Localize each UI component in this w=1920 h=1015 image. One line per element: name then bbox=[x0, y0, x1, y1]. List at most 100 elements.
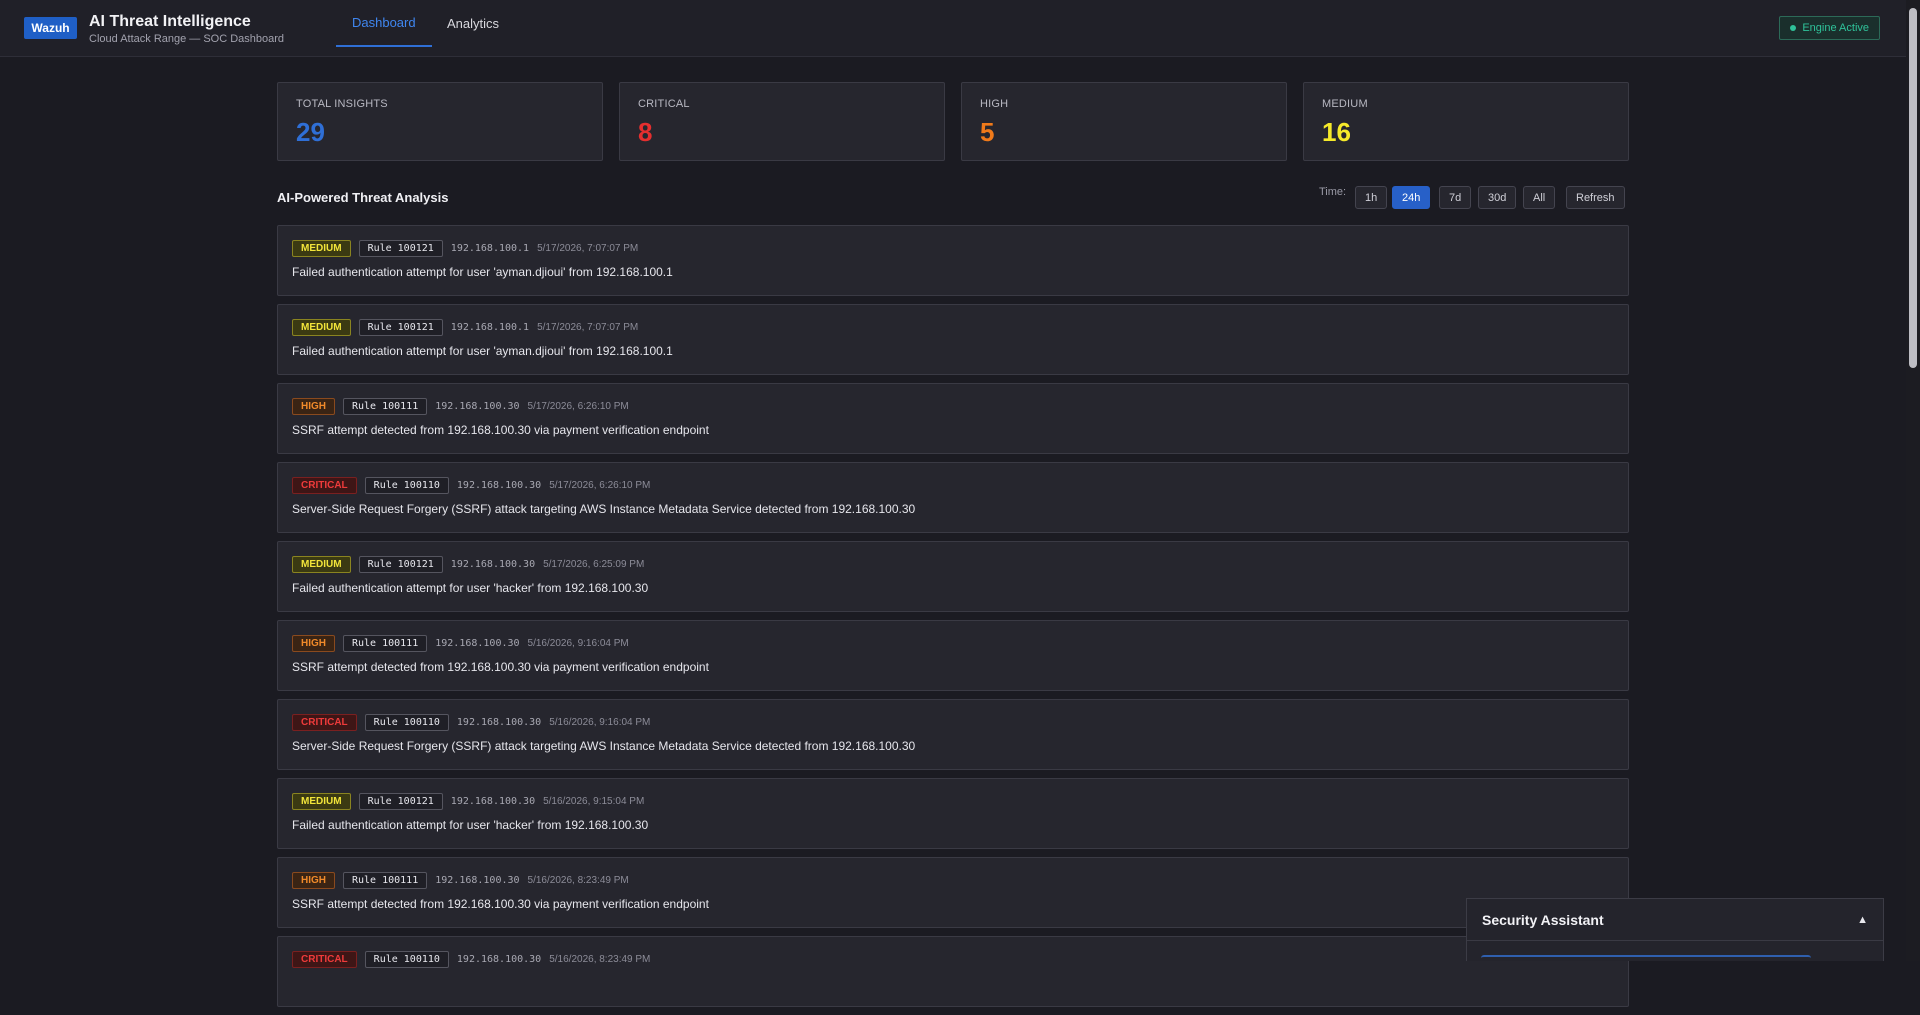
timestamp: 5/16/2026, 9:15:04 PM bbox=[543, 796, 645, 807]
insight-row[interactable]: MEDIUM Rule 100121 192.168.100.30 5/17/2026… bbox=[277, 541, 1629, 612]
tab-analytics[interactable]: Analytics bbox=[431, 0, 515, 47]
insight-description: Failed authentication attempt for user '… bbox=[292, 581, 649, 595]
insight-meta: HIGH Rule 100111 192.168.100.30 5/17/2026, … bbox=[292, 398, 629, 415]
source-ip: 192.168.100.30 bbox=[435, 401, 520, 412]
security-assistant-panel: Security Assistant ▲ bbox=[1466, 898, 1884, 961]
insight-list: MEDIUM Rule 100121 192.168.100.1 5/17/2026,… bbox=[277, 225, 1629, 1015]
source-ip: 192.168.100.30 bbox=[435, 875, 520, 886]
stat-card-medium: MEDIUM 16 bbox=[1303, 82, 1629, 161]
rule-tag: Rule 100110 bbox=[364, 477, 449, 494]
source-ip: 192.168.100.30 bbox=[456, 954, 542, 965]
insight-meta: MEDIUM Rule 100121 192.168.100.30 5/16/2026… bbox=[292, 793, 644, 810]
severity-badge: MEDIUM bbox=[292, 319, 351, 336]
app-title: AI Threat Intelligence bbox=[89, 13, 251, 30]
stat-value: 5 bbox=[980, 117, 995, 147]
insight-description: SSRF attempt detected from 192.168.100.3… bbox=[292, 660, 709, 674]
insight-row[interactable]: MEDIUM Rule 100121 192.168.100.1 5/17/2026,… bbox=[277, 304, 1629, 375]
severity-badge: MEDIUM bbox=[292, 556, 351, 573]
section-title: AI-Powered Threat Analysis bbox=[277, 190, 449, 205]
rule-tag: Rule 100121 bbox=[358, 793, 443, 810]
rule-tag: Rule 100110 bbox=[364, 714, 449, 731]
refresh-button[interactable]: Refresh bbox=[1566, 186, 1625, 209]
insight-row[interactable]: MEDIUM Rule 100121 192.168.100.1 5/17/2026,… bbox=[277, 225, 1629, 296]
insight-row[interactable]: CRITICAL Rule 100110 192.168.100.30 5/17/20… bbox=[277, 462, 1629, 533]
source-ip: 192.168.100.30 bbox=[456, 717, 542, 728]
rule-tag: Rule 100121 bbox=[358, 240, 443, 257]
stat-value: 8 bbox=[638, 117, 653, 147]
status-dot-icon bbox=[1790, 25, 1797, 31]
chevron-up-icon[interactable]: ▲ bbox=[1857, 914, 1868, 926]
rule-tag: Rule 100121 bbox=[358, 556, 443, 573]
app-subtitle: Cloud Attack Range — SOC Dashboard bbox=[89, 33, 285, 45]
severity-badge: CRITICAL bbox=[292, 714, 357, 731]
rule-tag: Rule 100111 bbox=[343, 398, 428, 415]
timestamp: 5/16/2026, 9:16:04 PM bbox=[527, 638, 629, 649]
source-ip: 192.168.100.30 bbox=[456, 480, 542, 491]
page-scrollbar[interactable] bbox=[1906, 0, 1920, 961]
engine-status-label: Engine Active bbox=[1802, 22, 1869, 34]
source-ip: 192.168.100.1 bbox=[450, 322, 530, 333]
rule-tag: Rule 100121 bbox=[358, 319, 443, 336]
severity-badge: MEDIUM bbox=[292, 793, 351, 810]
insight-meta: HIGH Rule 100111 192.168.100.30 5/16/2026, … bbox=[292, 635, 629, 652]
insight-description: Failed authentication attempt for user '… bbox=[292, 344, 673, 358]
time-button-30d[interactable]: 30d bbox=[1478, 186, 1517, 209]
insight-row[interactable]: HIGH Rule 100111 192.168.100.30 5/17/2026, … bbox=[277, 383, 1629, 454]
stat-card-total: TOTAL INSIGHTS 29 bbox=[277, 82, 603, 161]
time-button-7d[interactable]: 7d bbox=[1439, 186, 1472, 209]
insight-description: Server-Side Request Forgery (SSRF) attac… bbox=[292, 739, 916, 753]
stat-card-critical: CRITICAL 8 bbox=[619, 82, 945, 161]
rule-tag: Rule 100111 bbox=[343, 635, 428, 652]
stat-value: 29 bbox=[296, 117, 325, 147]
source-ip: 192.168.100.30 bbox=[450, 796, 536, 807]
stat-label: MEDIUM bbox=[1322, 98, 1368, 110]
stat-card-high: HIGH 5 bbox=[961, 82, 1287, 161]
timestamp: 5/17/2026, 6:25:09 PM bbox=[543, 559, 645, 570]
engine-status-badge: Engine Active bbox=[1779, 16, 1880, 40]
insight-row[interactable]: CRITICAL Rule 100110 192.168.100.30 5/16/20… bbox=[277, 699, 1629, 770]
timestamp: 5/17/2026, 6:26:10 PM bbox=[527, 401, 629, 412]
stat-label: CRITICAL bbox=[638, 98, 690, 110]
source-ip: 192.168.100.30 bbox=[435, 638, 520, 649]
assistant-header[interactable]: Security Assistant ▲ bbox=[1467, 899, 1883, 941]
insight-row[interactable]: HIGH Rule 100111 192.168.100.30 5/16/2026, … bbox=[277, 620, 1629, 691]
time-filter-label: Time: bbox=[1319, 186, 1347, 198]
severity-badge: CRITICAL bbox=[292, 477, 357, 494]
insight-description: SSRF attempt detected from 192.168.100.3… bbox=[292, 897, 709, 911]
stat-label: TOTAL INSIGHTS bbox=[296, 98, 388, 110]
timestamp: 5/16/2026, 8:23:49 PM bbox=[549, 954, 651, 965]
scroll-thumb[interactable] bbox=[1909, 8, 1917, 368]
timestamp: 5/17/2026, 6:26:10 PM bbox=[549, 480, 651, 491]
wazuh-logo: Wazuh bbox=[24, 17, 77, 39]
insight-meta: MEDIUM Rule 100121 192.168.100.30 5/17/2026… bbox=[292, 556, 644, 573]
timestamp: 5/17/2026, 7:07:07 PM bbox=[537, 243, 639, 254]
stat-value: 16 bbox=[1322, 117, 1351, 147]
severity-badge: CRITICAL bbox=[292, 951, 357, 968]
insight-meta: MEDIUM Rule 100121 192.168.100.1 5/17/2026,… bbox=[292, 319, 638, 336]
time-button-24h[interactable]: 24h bbox=[1392, 186, 1431, 209]
assistant-input[interactable] bbox=[1481, 955, 1811, 965]
timestamp: 5/16/2026, 8:23:49 PM bbox=[527, 875, 629, 886]
insight-description: Failed authentication attempt for user '… bbox=[292, 265, 673, 279]
insight-description: SSRF attempt detected from 192.168.100.3… bbox=[292, 423, 709, 437]
insight-row[interactable]: MEDIUM Rule 100121 192.168.100.30 5/16/2026… bbox=[277, 778, 1629, 849]
insight-row[interactable]: HIGH Rule 100111 192.168.100.30 5/16/2026, … bbox=[277, 857, 1629, 928]
rule-tag: Rule 100111 bbox=[343, 872, 428, 889]
source-ip: 192.168.100.1 bbox=[450, 243, 530, 254]
insight-row[interactable]: CRITICAL Rule 100110 192.168.100.30 5/16/20… bbox=[277, 936, 1629, 1007]
severity-badge: HIGH bbox=[292, 635, 335, 652]
source-ip: 192.168.100.30 bbox=[450, 559, 536, 570]
severity-badge: HIGH bbox=[292, 872, 335, 889]
time-button-all[interactable]: All bbox=[1523, 186, 1556, 209]
severity-badge: HIGH bbox=[292, 398, 335, 415]
insight-meta: MEDIUM Rule 100121 192.168.100.1 5/17/2026,… bbox=[292, 240, 638, 257]
tab-dashboard[interactable]: Dashboard bbox=[336, 0, 432, 47]
insight-meta: CRITICAL Rule 100110 192.168.100.30 5/16/20… bbox=[292, 951, 650, 968]
top-header: Wazuh AI Threat Intelligence Cloud Attac… bbox=[0, 0, 1906, 57]
insight-meta: HIGH Rule 100111 192.168.100.30 5/16/2026, … bbox=[292, 872, 629, 889]
insight-description: Failed authentication attempt for user '… bbox=[292, 818, 649, 832]
stat-label: HIGH bbox=[980, 98, 1009, 110]
insight-meta: CRITICAL Rule 100110 192.168.100.30 5/16/20… bbox=[292, 714, 650, 731]
time-button-1h[interactable]: 1h bbox=[1355, 186, 1388, 209]
insight-description: Server-Side Request Forgery (SSRF) attac… bbox=[292, 502, 916, 516]
